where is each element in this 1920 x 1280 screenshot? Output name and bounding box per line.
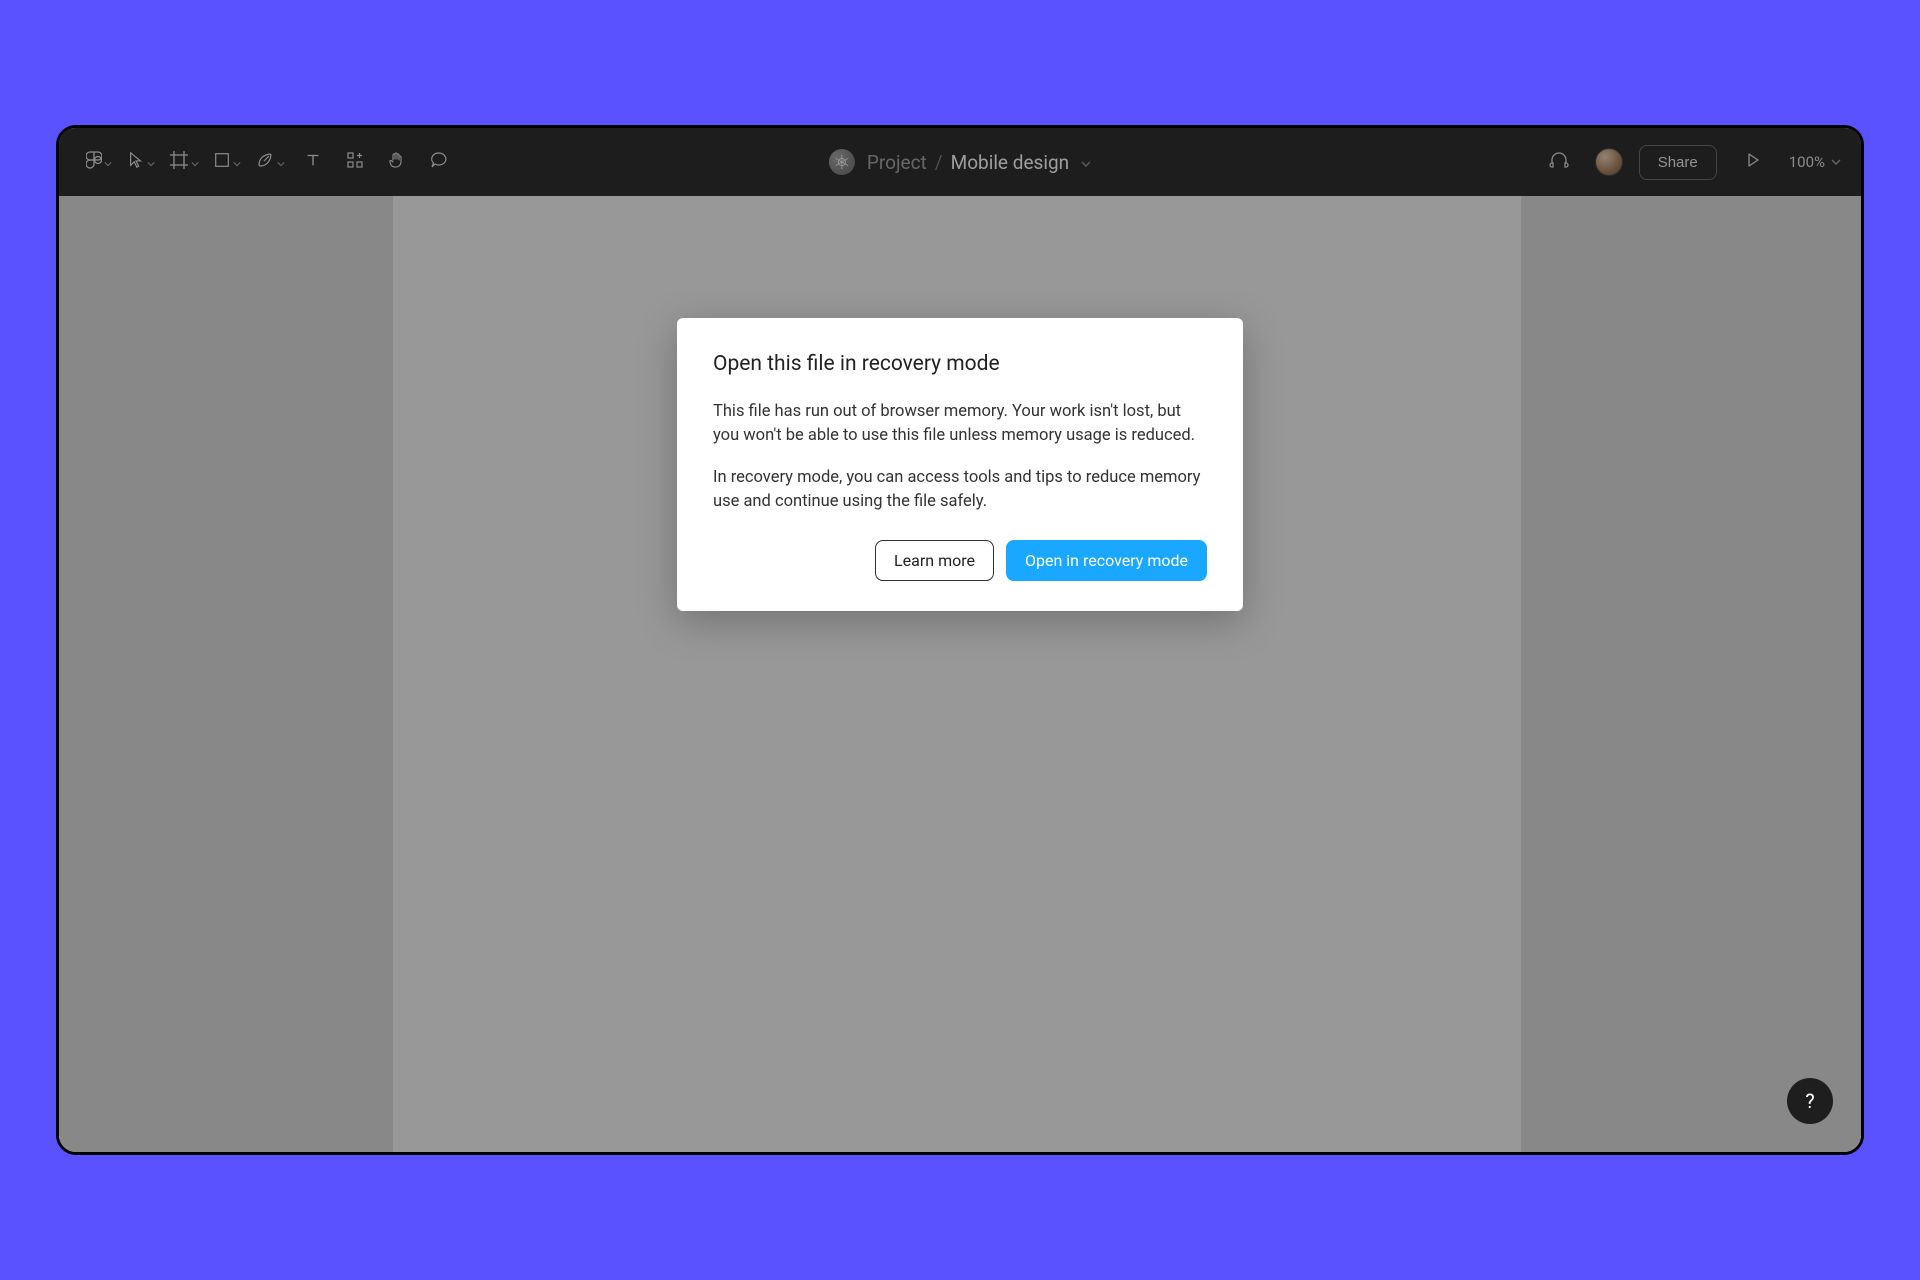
help-button[interactable]: ? bbox=[1787, 1078, 1833, 1124]
play-icon bbox=[1745, 152, 1761, 172]
hand-tool-button[interactable] bbox=[377, 142, 417, 182]
main-menu-button[interactable] bbox=[79, 142, 119, 182]
chevron-down-icon bbox=[191, 153, 199, 172]
dialog-body: This file has run out of browser memory.… bbox=[713, 400, 1207, 514]
user-avatar[interactable] bbox=[1595, 148, 1623, 176]
breadcrumb-project[interactable]: Project bbox=[867, 151, 927, 174]
breadcrumb-separator: / bbox=[935, 151, 943, 174]
chevron-down-icon bbox=[1831, 153, 1841, 171]
move-tool-button[interactable] bbox=[121, 142, 161, 182]
shape-tool-button[interactable] bbox=[207, 142, 247, 182]
hand-icon bbox=[387, 150, 407, 174]
chevron-down-icon bbox=[104, 153, 112, 172]
present-button[interactable] bbox=[1733, 142, 1773, 182]
frame-icon bbox=[169, 150, 189, 174]
recovery-mode-dialog: Open this file in recovery mode This fil… bbox=[677, 318, 1243, 611]
chevron-down-icon bbox=[277, 153, 285, 172]
resources-icon bbox=[345, 150, 365, 174]
audio-huddle-button[interactable] bbox=[1539, 142, 1579, 182]
dialog-paragraph: In recovery mode, you can access tools a… bbox=[713, 466, 1207, 514]
chevron-down-icon bbox=[147, 153, 155, 172]
zoom-value: 100% bbox=[1789, 153, 1825, 171]
toolbar-tools bbox=[79, 142, 459, 182]
pen-tool-button[interactable] bbox=[249, 142, 291, 182]
toolbar-right: Share 100% bbox=[1539, 142, 1841, 182]
toolbar: Project / Mobile design Share bbox=[59, 128, 1861, 196]
pen-icon bbox=[255, 150, 275, 174]
learn-more-button[interactable]: Learn more bbox=[875, 540, 994, 581]
open-recovery-mode-button[interactable]: Open in recovery mode bbox=[1006, 540, 1207, 581]
comment-icon bbox=[429, 150, 449, 174]
chevron-down-icon bbox=[233, 153, 241, 172]
dialog-actions: Learn more Open in recovery mode bbox=[713, 540, 1207, 581]
headphones-icon bbox=[1548, 149, 1570, 175]
dialog-paragraph: This file has run out of browser memory.… bbox=[713, 400, 1207, 448]
app-window: Project / Mobile design Share bbox=[56, 125, 1864, 1155]
resources-button[interactable] bbox=[335, 142, 375, 182]
share-button[interactable]: Share bbox=[1639, 145, 1717, 180]
comment-tool-button[interactable] bbox=[419, 142, 459, 182]
dialog-title: Open this file in recovery mode bbox=[713, 352, 1207, 376]
frame-tool-button[interactable] bbox=[163, 142, 205, 182]
chevron-down-icon[interactable] bbox=[1081, 151, 1091, 174]
breadcrumb: Project / Mobile design bbox=[829, 149, 1091, 175]
cursor-icon bbox=[127, 151, 145, 173]
rectangle-icon bbox=[213, 151, 231, 173]
text-icon bbox=[304, 151, 322, 173]
figma-logo-icon bbox=[86, 148, 102, 176]
project-logo-icon bbox=[829, 149, 855, 175]
breadcrumb-file-name[interactable]: Mobile design bbox=[951, 151, 1070, 174]
text-tool-button[interactable] bbox=[293, 142, 333, 182]
zoom-control[interactable]: 100% bbox=[1789, 153, 1841, 171]
question-mark-icon: ? bbox=[1805, 1089, 1814, 1113]
